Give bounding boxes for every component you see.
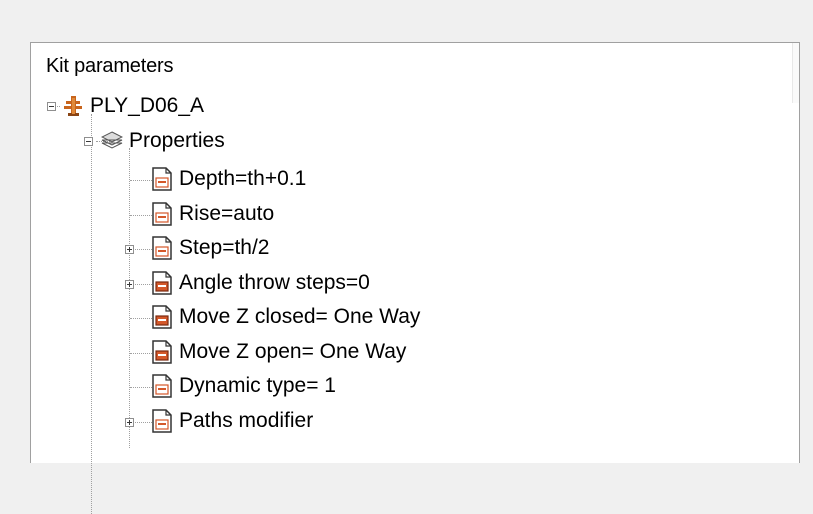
kit-tree[interactable]: PLY_D06_A Properties Depth=th+0.1 Rise=au… (31, 43, 799, 514)
tree-label-item: Depth=th+0.1 (179, 167, 307, 190)
document-highlight-icon (152, 270, 172, 295)
tree-row-item[interactable]: Paths modifier (151, 405, 313, 437)
tree-row-item[interactable]: Rise=auto (151, 198, 274, 230)
tree-branch-item (130, 387, 152, 388)
tree-branch-item (130, 318, 152, 319)
collapse-properties-toggle[interactable] (84, 136, 93, 146)
expand-item-toggle[interactable] (125, 245, 134, 254)
tree-row-properties[interactable]: Properties (84, 125, 225, 157)
tree-row-item[interactable]: Move Z closed= One Way (151, 301, 420, 333)
expand-item-toggle[interactable] (125, 417, 134, 427)
tree-label-properties: Properties (129, 129, 225, 152)
document-icon (152, 236, 172, 260)
tree-label-root: PLY_D06_A (90, 94, 205, 117)
layers-icon (101, 131, 123, 149)
tree-line-root (91, 114, 92, 514)
document-icon (152, 201, 172, 226)
tree-row-item[interactable]: Step=th/2 (151, 232, 270, 264)
tree-label-item: Dynamic type= 1 (179, 374, 336, 397)
tree-label-item: Angle throw steps=0 (179, 270, 370, 294)
tree-row-root[interactable]: PLY_D06_A (47, 90, 204, 122)
document-icon (152, 408, 172, 433)
document-highlight-icon (152, 339, 172, 364)
tree-branch-item (130, 352, 152, 354)
kit-icon (64, 96, 82, 116)
tree-branch-item (130, 214, 152, 216)
document-icon (152, 167, 172, 191)
tree-row-item[interactable]: Dynamic type= 1 (151, 370, 336, 402)
tree-label-item: Move Z closed= One Way (179, 305, 421, 328)
document-highlight-icon (152, 305, 172, 329)
tree-branch-item (130, 180, 152, 181)
kit-parameters-panel: Kit parameters PLY_D06_A Properties Dept… (30, 42, 800, 514)
tree-label-item: Rise=auto (179, 201, 275, 225)
tree-row-item[interactable]: Move Z open= One Way (151, 336, 406, 368)
document-icon (152, 374, 172, 398)
tree-label-item: Step=th/2 (179, 236, 270, 259)
tree-label-item: Move Z open= One Way (179, 339, 407, 363)
collapse-root-toggle[interactable] (47, 101, 56, 111)
tree-row-item[interactable]: Angle throw steps=0 (151, 267, 370, 299)
expand-item-toggle[interactable] (125, 279, 134, 289)
tree-line-properties (129, 148, 130, 448)
tree-row-item[interactable]: Depth=th+0.1 (151, 163, 306, 195)
tree-label-item: Paths modifier (179, 408, 314, 432)
